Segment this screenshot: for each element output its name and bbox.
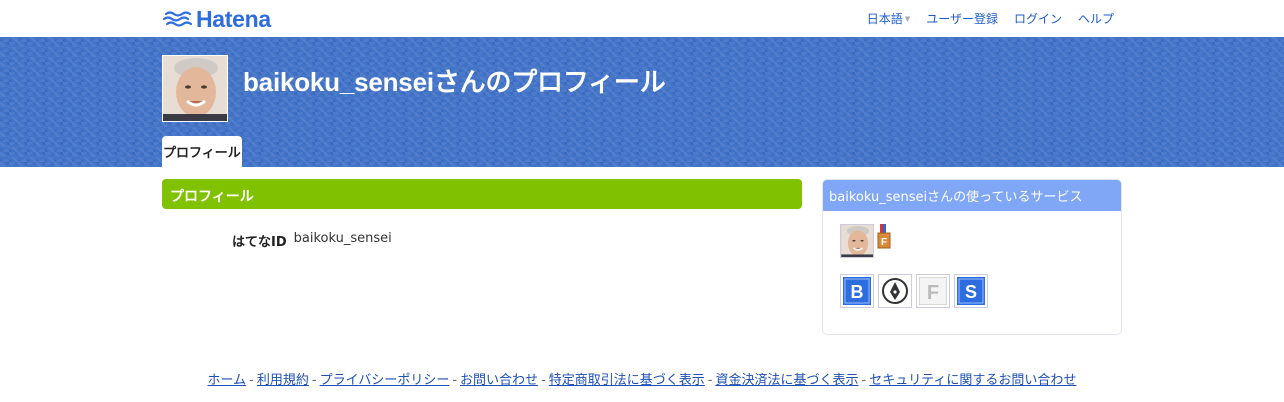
caret-down-icon: ▼ [904, 14, 911, 23]
services-user: F [840, 224, 891, 258]
avatar-portrait-icon [841, 225, 873, 257]
footer-link-contact[interactable]: お問い合わせ [460, 373, 538, 388]
hatena-id-label: はてなID [232, 235, 287, 250]
footer: ホーム - 利用規約 - プライバシーポリシー - お問い合わせ - 特定商取引法に基づく表示 -… [0, 369, 1284, 388]
logo-text: Hatena [196, 5, 271, 32]
services-panel: baikoku_senseiさんの使っているサービス F B F S [822, 179, 1122, 335]
svg-text:B: B [851, 282, 864, 302]
footer-separator: - [707, 373, 713, 388]
hatena-logo[interactable]: Hatena [163, 6, 271, 32]
signup-link[interactable]: ユーザー登録 [926, 10, 998, 27]
hatena-bookmark-icon[interactable]: B [840, 274, 874, 308]
global-header: Hatena 日本語 ▼ ユーザー登録 ログイン ヘルプ [0, 0, 1284, 37]
help-link[interactable]: ヘルプ [1078, 10, 1114, 27]
footer-link-terms[interactable]: 利用規約 [257, 373, 309, 388]
profile-section-heading: プロフィール [162, 179, 802, 209]
login-link[interactable]: ログイン [1014, 10, 1062, 27]
footer-link-security-contact[interactable]: セキュリティに関するお問い合わせ [869, 373, 1076, 388]
svg-text:S: S [965, 282, 977, 302]
footer-link-payment-law[interactable]: 資金決済法に基づく表示 [715, 373, 858, 388]
footer-separator: - [452, 373, 458, 388]
page-title: baikoku_senseiさんのプロフィール [243, 67, 666, 97]
language-selector[interactable]: 日本語 ▼ [867, 10, 910, 27]
language-label: 日本語 [866, 12, 903, 26]
hatena-f-icon[interactable]: F [916, 274, 950, 308]
hatena-id-value: baikoku_sensei [293, 231, 392, 246]
footer-link-home[interactable]: ホーム [208, 373, 247, 388]
footer-link-commercial-law[interactable]: 特定商取引法に基づく表示 [549, 373, 705, 388]
services-heading: baikoku_senseiさんの使っているサービス [823, 180, 1121, 211]
top-nav: 日本語 ▼ ユーザー登録 ログイン ヘルプ [867, 10, 1114, 27]
user-avatar-small[interactable] [840, 224, 874, 258]
services-icon-list: B F S [840, 274, 988, 308]
hatena-logo-icon [163, 11, 193, 27]
avatar-portrait-icon [163, 56, 227, 121]
footer-separator: - [249, 373, 254, 388]
footer-link-privacy[interactable]: プライバシーポリシー [320, 373, 450, 388]
medal-icon: F [877, 224, 891, 249]
svg-text:F: F [927, 282, 939, 304]
footer-separator: - [861, 373, 867, 388]
footer-separator: - [541, 373, 546, 388]
user-avatar[interactable] [162, 55, 228, 122]
footer-separator: - [311, 373, 317, 388]
svg-text:F: F [881, 237, 887, 248]
hatena-id-row: はてなID baikoku_sensei [232, 231, 392, 250]
hatena-star-icon[interactable]: S [954, 274, 988, 308]
tab-profile[interactable]: プロフィール [162, 136, 242, 167]
hatena-blog-icon[interactable] [878, 274, 912, 308]
